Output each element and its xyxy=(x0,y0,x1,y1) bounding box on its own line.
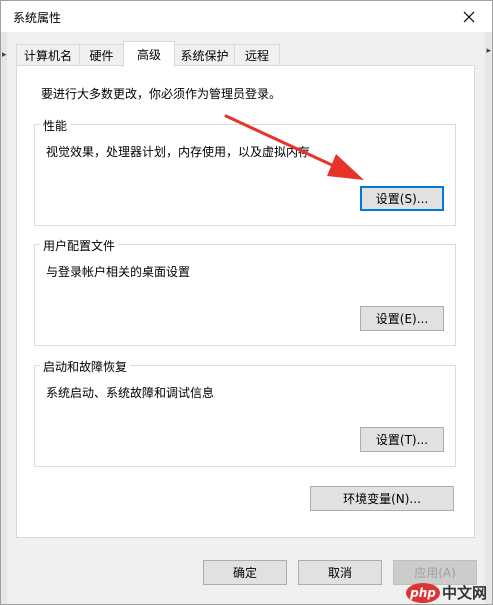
user-profiles-group: 用户配置文件 与登录帐户相关的桌面设置 设置(E)... xyxy=(34,237,456,346)
ok-button[interactable]: 确定 xyxy=(203,560,287,585)
tab-label: 高级 xyxy=(136,48,161,62)
performance-group: 性能 视觉效果，处理器计划，内存使用，以及虚拟内存 设置(S)... xyxy=(34,117,456,226)
startup-recovery-description: 系统启动、系统故障和调试信息 xyxy=(46,386,215,400)
title-bar: 系统属性 xyxy=(1,1,492,32)
cancel-button[interactable]: 取消 xyxy=(298,560,382,585)
tab-label: 计算机名 xyxy=(23,48,72,63)
background-window-right-edge: ▸ xyxy=(485,32,492,604)
button-label: 环境变量(N)... xyxy=(343,492,421,506)
tab-system-protection[interactable]: 系统保护 xyxy=(174,44,235,65)
admin-notice: 要进行大多数更改，你必须作为管理员登录。 xyxy=(41,87,282,101)
performance-settings-button[interactable]: 设置(S)... xyxy=(360,186,444,211)
performance-description: 视觉效果，处理器计划，内存使用，以及虚拟内存 xyxy=(46,145,311,159)
tab-advanced[interactable]: 高级 xyxy=(123,41,175,67)
advanced-tab-panel: 要进行大多数更改，你必须作为管理员登录。 性能 视觉效果，处理器计划，内存使用，… xyxy=(16,65,475,538)
tab-label: 硬件 xyxy=(89,48,114,63)
startup-recovery-settings-button[interactable]: 设置(T)... xyxy=(360,427,444,452)
close-icon xyxy=(463,11,475,22)
tab-label: 系统保护 xyxy=(180,48,229,63)
system-properties-window: 系统属性 ▸ ▸ 计算机名 硬件 高级 系统保护 远程 要进行大多数更改，你必须… xyxy=(0,0,493,605)
user-profiles-description: 与登录帐户相关的桌面设置 xyxy=(46,265,191,279)
tab-label: 远程 xyxy=(244,48,269,63)
button-label: 设置(E)... xyxy=(375,312,429,326)
button-label: 设置(S)... xyxy=(375,192,429,206)
user-profiles-settings-button[interactable]: 设置(E)... xyxy=(360,306,444,331)
button-label: 应用(A) xyxy=(414,566,456,580)
window-title: 系统属性 xyxy=(13,11,62,25)
background-window-left-edge: ▸ xyxy=(1,32,7,604)
watermark-logo: php xyxy=(405,582,440,603)
button-label: 确定 xyxy=(232,566,257,580)
watermark-text: 中文网 xyxy=(441,584,487,602)
user-profiles-title: 用户配置文件 xyxy=(40,237,119,254)
watermark: php 中文网 xyxy=(405,582,487,603)
environment-variables-button[interactable]: 环境变量(N)... xyxy=(310,486,454,511)
startup-recovery-title: 启动和故障恢复 xyxy=(40,358,131,375)
tab-remote[interactable]: 远程 xyxy=(234,44,280,65)
startup-recovery-group: 启动和故障恢复 系统启动、系统故障和调试信息 设置(T)... xyxy=(34,358,456,467)
close-button[interactable] xyxy=(446,1,492,32)
tab-computer-name[interactable]: 计算机名 xyxy=(16,44,80,65)
performance-title: 性能 xyxy=(40,117,71,134)
button-label: 取消 xyxy=(327,566,352,580)
tab-hardware[interactable]: 硬件 xyxy=(79,44,124,65)
background-mark: ▸ xyxy=(2,50,7,60)
background-mark: ▸ xyxy=(486,46,491,56)
button-label: 设置(T)... xyxy=(375,433,429,447)
